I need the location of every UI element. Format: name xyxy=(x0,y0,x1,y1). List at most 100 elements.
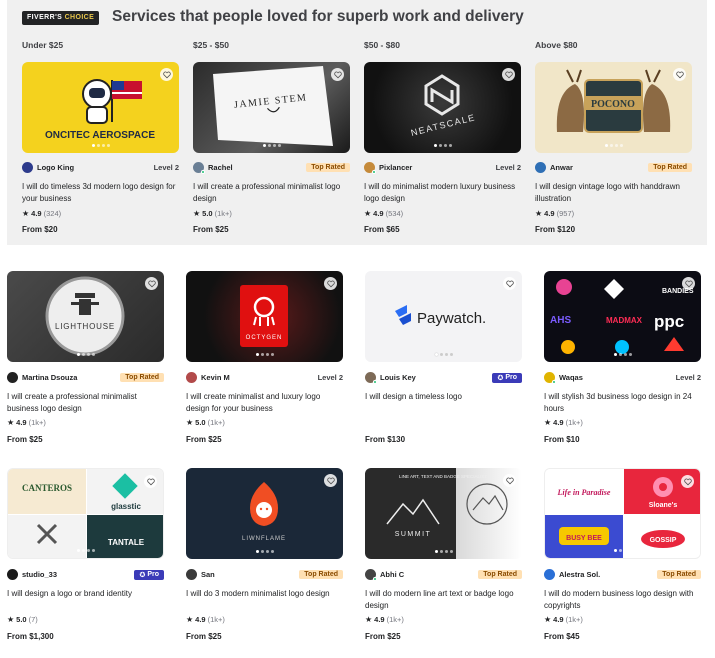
favorite-heart-icon[interactable] xyxy=(502,68,515,81)
favorite-heart-icon[interactable] xyxy=(331,68,344,81)
rating-score: 4.9 xyxy=(195,615,206,624)
seller-name[interactable]: Rachel xyxy=(208,163,233,172)
favorite-heart-icon[interactable] xyxy=(503,474,516,487)
seller-level-badge: Top Rated xyxy=(120,373,164,382)
seller-name[interactable]: Alestra Sol. xyxy=(559,570,600,579)
gig-thumbnail[interactable]: BANDIES AHS MADMAX ppc xyxy=(544,271,701,362)
gig-card[interactable]: POCONO Anwar Top Rated I will design vin… xyxy=(535,62,692,234)
gig-thumbnail[interactable]: LINE ART, TEXT AND BADGE SPECIALIST SUMM… xyxy=(365,468,522,559)
gig-card[interactable]: LIGHTHOUSE Martina Dsouza Top Rated I wi… xyxy=(7,271,164,444)
gig-rating: ★ 5.0 (7) xyxy=(7,615,38,624)
seller-avatar[interactable] xyxy=(186,569,197,580)
carousel-dots[interactable] xyxy=(255,550,274,553)
seller-avatar[interactable] xyxy=(186,372,197,383)
gig-thumbnail[interactable]: POCONO xyxy=(535,62,692,153)
gig-thumbnail[interactable]: OCTYGEN xyxy=(186,271,343,362)
seller-avatar[interactable] xyxy=(193,162,205,174)
gig-title[interactable]: I will do 3 modern minimalist logo desig… xyxy=(186,588,343,612)
seller-avatar[interactable] xyxy=(365,569,377,581)
seller-level-badge: Top Rated xyxy=(306,163,350,172)
gig-price: From $120 xyxy=(535,225,576,234)
svg-text:TANTALE: TANTALE xyxy=(108,538,145,547)
gig-title[interactable]: I will stylish 3d business logo design i… xyxy=(544,391,701,415)
star-icon: ★ xyxy=(544,418,552,427)
svg-text:LINE ART, TEXT AND BADGE SPECI: LINE ART, TEXT AND BADGE SPECIALIST xyxy=(399,474,487,479)
gig-card[interactable]: LINE ART, TEXT AND BADGE SPECIALIST SUMM… xyxy=(365,468,522,641)
seller-name[interactable]: Logo King xyxy=(37,163,74,172)
section-title: Services that people loved for superb wo… xyxy=(112,8,524,25)
gig-title[interactable]: I will design a logo or brand identity xyxy=(7,588,164,612)
rating-count: (7) xyxy=(28,615,38,624)
thumb-text: CANTEROS xyxy=(22,483,72,493)
favorite-heart-icon[interactable] xyxy=(160,68,173,81)
gig-thumbnail[interactable]: Paywatch. xyxy=(365,271,522,362)
seller-avatar[interactable] xyxy=(364,162,376,174)
gig-thumbnail[interactable]: JAMIE STEM xyxy=(193,62,350,153)
gig-title[interactable]: I will do modern business logo design wi… xyxy=(544,588,701,612)
carousel-dots[interactable] xyxy=(262,144,281,147)
seller-name[interactable]: Martina Dsouza xyxy=(22,373,77,382)
signboard-logo-image: JAMIE STEM xyxy=(213,66,333,146)
gig-thumbnail[interactable]: ONCITEC AEROSPACE xyxy=(22,62,179,153)
gig-card[interactable]: CANTEROS glasstic TANTALE studio_33 ✪ Pro… xyxy=(7,468,164,641)
gig-thumbnail[interactable]: NEATSCALE xyxy=(364,62,521,153)
gig-card[interactable]: BANDIES AHS MADMAX ppc Waqas Level 2 I w… xyxy=(544,271,701,444)
gig-thumbnail[interactable]: CANTEROS glasstic TANTALE xyxy=(7,468,164,559)
seller-avatar[interactable] xyxy=(544,569,555,580)
seller-name[interactable]: Waqas xyxy=(559,373,583,382)
gig-rating: ★ 4.9 (1k+) xyxy=(7,418,46,427)
gig-title[interactable]: I will do modern line art text or badge … xyxy=(365,588,522,612)
gig-card[interactable]: JAMIE STEM Rachel Top Rated I will creat… xyxy=(193,62,350,234)
gig-thumbnail[interactable]: LIGHTHOUSE xyxy=(7,271,164,362)
favorite-heart-icon[interactable] xyxy=(145,277,158,290)
favorite-heart-icon[interactable] xyxy=(673,68,686,81)
carousel-dots[interactable] xyxy=(76,353,95,356)
seller-name[interactable]: San xyxy=(201,570,215,579)
seller-avatar[interactable] xyxy=(544,372,556,384)
carousel-dots[interactable] xyxy=(255,353,274,356)
gig-title[interactable]: I will do minimalist modern luxury busin… xyxy=(364,181,521,205)
gig-card[interactable]: NEATSCALE Pixlancer Level 2 I will do mi… xyxy=(364,62,521,234)
gig-title[interactable]: I will create minimalist and luxury logo… xyxy=(186,391,343,415)
star-icon: ★ xyxy=(535,209,543,218)
carousel-dots[interactable] xyxy=(434,353,453,356)
seller-avatar[interactable] xyxy=(7,569,18,580)
carousel-dots[interactable] xyxy=(91,144,110,147)
seller-name[interactable]: Louis Key xyxy=(380,373,416,382)
gig-card[interactable]: Life in Paradise Sloane's BUSY BEE GOSSI… xyxy=(544,468,701,641)
seller-avatar[interactable] xyxy=(535,162,546,173)
gig-thumbnail[interactable]: LIWNFLAME xyxy=(186,468,343,559)
favorite-heart-icon[interactable] xyxy=(682,277,695,290)
favorite-heart-icon[interactable] xyxy=(324,474,337,487)
carousel-dots[interactable] xyxy=(76,549,95,552)
gig-card[interactable]: ONCITEC AEROSPACE Logo King Level 2 I wi… xyxy=(22,62,179,234)
seller-name[interactable]: Anwar xyxy=(550,163,573,172)
seller-avatar[interactable] xyxy=(365,372,377,384)
gig-card[interactable]: LIWNFLAME San Top Rated I will do 3 mode… xyxy=(186,468,343,641)
carousel-dots[interactable] xyxy=(434,550,453,553)
gig-card[interactable]: Paywatch. Louis Key ✪ Pro I will design a… xyxy=(365,271,522,444)
gig-title[interactable]: I will create a professional minimalist … xyxy=(7,391,164,415)
gig-title[interactable]: I will create a professional minimalist … xyxy=(193,181,350,205)
seller-name[interactable]: Kevin M xyxy=(201,373,230,382)
favorite-heart-icon[interactable] xyxy=(324,277,337,290)
favorite-heart-icon[interactable] xyxy=(144,475,157,488)
gig-title[interactable]: I will design vintage logo with handdraw… xyxy=(535,181,692,205)
carousel-dots[interactable] xyxy=(604,144,623,147)
seller-avatar[interactable] xyxy=(7,372,18,383)
gig-title[interactable]: I will design a timeless logo xyxy=(365,391,522,415)
carousel-dots[interactable] xyxy=(613,353,632,356)
favorite-heart-icon[interactable] xyxy=(681,475,694,488)
gig-thumbnail[interactable]: Life in Paradise Sloane's BUSY BEE GOSSI… xyxy=(544,468,701,559)
seller-name[interactable]: studio_33 xyxy=(22,570,57,579)
gig-title[interactable]: I will do timeless 3d modern logo design… xyxy=(22,181,179,205)
seller-name[interactable]: Abhi C xyxy=(380,570,404,579)
carousel-dots[interactable] xyxy=(433,144,452,147)
gig-card[interactable]: OCTYGEN Kevin M Level 2 I will create mi… xyxy=(186,271,343,444)
seller-avatar[interactable] xyxy=(22,162,33,173)
gig-rating: ★ 5.0 (1k+) xyxy=(186,418,225,427)
rating-count: (1k+) xyxy=(28,418,46,427)
seller-name[interactable]: Pixlancer xyxy=(379,163,412,172)
carousel-dots[interactable] xyxy=(613,549,632,552)
favorite-heart-icon[interactable] xyxy=(503,277,516,290)
